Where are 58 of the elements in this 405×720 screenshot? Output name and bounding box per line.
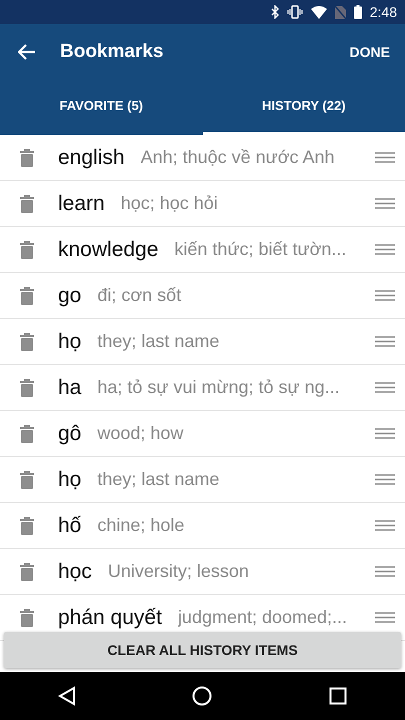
drag-handle-icon[interactable]	[375, 520, 395, 531]
word[interactable]: họ	[58, 464, 82, 496]
trash-icon[interactable]	[20, 608, 34, 626]
drag-handle-icon[interactable]	[375, 566, 395, 577]
drag-handle-icon[interactable]	[375, 382, 395, 393]
trash-icon[interactable]	[20, 470, 34, 488]
word[interactable]: knowledge	[58, 234, 158, 266]
meaning: University; lesson	[108, 560, 250, 583]
tab[interactable]: HISTORY (22)	[202, 80, 405, 135]
clear-history-button[interactable]: CLEAR ALL HISTORY ITEMS	[4, 632, 401, 668]
meaning: kiến thức; biết tườn...	[174, 238, 348, 261]
meaning: chine; hole	[97, 514, 186, 537]
drag-handle-icon[interactable]	[375, 244, 395, 255]
recents-icon[interactable]	[328, 687, 347, 705]
trash-icon[interactable]	[20, 240, 34, 258]
meaning: they; last name	[97, 468, 220, 491]
word[interactable]: học	[58, 556, 92, 588]
home-icon[interactable]	[192, 686, 212, 706]
trash-icon[interactable]	[20, 378, 34, 396]
drag-handle-icon[interactable]	[375, 612, 395, 623]
battery-icon	[354, 5, 362, 19]
meaning: học; học hỏi	[120, 192, 219, 215]
trash-icon[interactable]	[20, 562, 34, 580]
wifi-icon	[310, 6, 327, 18]
word[interactable]: ha	[58, 372, 82, 404]
word[interactable]: gô	[58, 418, 82, 450]
word[interactable]: họ	[58, 326, 82, 358]
word[interactable]: hố	[58, 510, 82, 542]
tab[interactable]: FAVORITE (5)	[0, 80, 202, 135]
back-icon[interactable]	[18, 44, 36, 60]
trash-icon[interactable]	[20, 286, 34, 304]
trash-icon[interactable]	[20, 424, 34, 442]
trash-icon[interactable]	[20, 148, 34, 166]
trash-icon[interactable]	[20, 332, 34, 350]
drag-handle-icon[interactable]	[375, 290, 395, 301]
bluetooth-icon	[270, 5, 279, 19]
word[interactable]: english	[58, 142, 125, 174]
word[interactable]: go	[58, 280, 82, 312]
word[interactable]: learn	[58, 188, 105, 220]
no-sim-icon	[334, 5, 346, 19]
meaning: ha; tỏ sự vui mừng; tỏ sự ng...	[97, 376, 341, 399]
trash-icon[interactable]	[20, 516, 34, 534]
word[interactable]: phán quyết	[58, 602, 162, 634]
meaning: wood; how	[97, 422, 184, 445]
done-button[interactable]: DONE	[350, 42, 390, 62]
trash-icon[interactable]	[20, 194, 34, 212]
vibrate-icon	[286, 5, 303, 19]
drag-handle-icon[interactable]	[375, 198, 395, 209]
drag-handle-icon[interactable]	[375, 428, 395, 439]
meaning: Anh; thuộc về nước Anh	[140, 146, 336, 169]
back-icon[interactable]	[58, 686, 76, 706]
meaning: they; last name	[97, 330, 220, 353]
drag-handle-icon[interactable]	[375, 336, 395, 347]
screen-title: Bookmarks	[60, 40, 164, 64]
clock: 2:48	[370, 2, 397, 22]
drag-handle-icon[interactable]	[375, 152, 395, 163]
meaning: đi; cơn sốt	[97, 284, 182, 307]
drag-handle-icon[interactable]	[375, 474, 395, 485]
